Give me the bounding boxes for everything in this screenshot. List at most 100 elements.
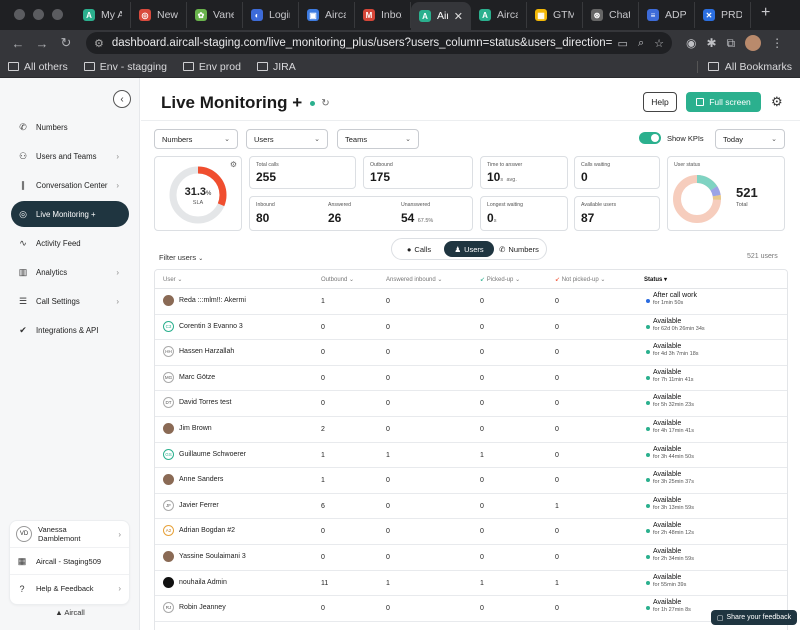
user-cell[interactable]: A2 Adrian Bogdan #2 [163,525,235,537]
bookmark-folder[interactable]: Env prod [182,61,241,73]
browser-tab[interactable]: ▣ Aircall [299,2,355,28]
col-not-picked-up[interactable]: ↙ Not picked-up ⌄ [555,276,605,283]
time-to-answer-label: Time to answer [487,162,523,168]
sidebar-item-conversation-center[interactable]: ∥ Conversation Center › [11,172,129,198]
table-row[interactable]: Reda :::mlm!!: Akermi 1 0 0 0 After call… [155,289,787,315]
table-row[interactable]: GS Guillaume Schwoerer 1 1 1 0 Available… [155,443,787,469]
user-cell[interactable]: nouhaila Admin [163,576,227,588]
password-manager-icon[interactable]: ◉ [686,36,696,50]
user-cell[interactable]: JF Javier Ferrer [163,499,219,511]
browser-tab[interactable]: A Aircall [471,2,527,28]
browser-tab[interactable]: A My Ap [75,2,131,28]
user-cell[interactable]: HH Hassen Harzallah [163,346,235,358]
sla-settings-gear-icon[interactable]: ⚙ [230,160,237,169]
cast-icon[interactable]: ▭ [618,37,628,50]
filter-users-dropdown[interactable]: Filter users ⌄ [159,253,203,262]
calls-waiting-value: 0 [581,170,588,184]
help-feedback-menu[interactable]: ? Help & Feedback › [10,575,129,602]
collapse-sidebar-button[interactable]: ‹ [113,90,131,108]
table-row[interactable]: A2 Adrian Bogdan #2 0 0 0 0 Available fo… [155,519,787,545]
tab-users[interactable]: ♟ Users [444,241,494,257]
calls-waiting-label: Calls waiting [581,162,611,168]
account-menu[interactable]: VD Vanessa Damblemont › [10,521,129,548]
browser-tab[interactable]: ✕ PRD - [695,2,751,28]
table-row[interactable]: nouhaila Admin 11 1 1 1 Available for 55… [155,571,787,597]
show-kpis-toggle[interactable]: Show KPIs [639,132,704,144]
numbers-filter[interactable]: Numbers ⌄ [154,129,238,149]
table-row[interactable]: Yassine Soulaimani 3 0 0 0 0 Available f… [155,545,787,571]
all-bookmarks[interactable]: All Bookmarks [696,60,792,73]
forward-icon[interactable]: → [30,36,54,51]
full-screen-button[interactable]: Full screen [686,92,761,112]
zoom-icon[interactable]: ⌕ [638,37,644,50]
sidebar-item-analytics[interactable]: ▥ Analytics › [11,259,129,285]
bookmark-folder[interactable]: JIRA [256,61,296,73]
user-cell[interactable]: GS Guillaume Schwoerer [163,448,246,460]
bookmark-folder[interactable]: Env - stagging [83,61,167,73]
sidebar-item-live-monitoring[interactable]: ◎ Live Monitoring + [11,201,129,227]
bookmark-folder[interactable]: All others [8,61,68,73]
col-outbound[interactable]: Outbound ⌄ [321,276,354,283]
col-user[interactable]: User ⌄ [163,276,182,283]
extensions-puzzle-icon[interactable]: ⧉ [727,36,736,51]
user-cell[interactable]: C3 Corentin 3 Evanno 3 [163,320,243,332]
site-info-icon[interactable]: ⚙ [94,37,104,50]
browser-tab[interactable]: ✿ Vanes [187,2,243,28]
table-row[interactable]: Jim Brown 2 0 0 0 Available for 4h 17min… [155,417,787,443]
new-tab-button[interactable]: + [751,4,778,30]
sidebar-item-numbers[interactable]: ✆ Numbers [11,114,129,140]
browser-tab[interactable]: A Air ✕ [411,2,471,30]
user-name: Hassen Harzallah [179,348,235,356]
company-switcher[interactable]: ▦ Aircall - Staging509 [10,548,129,575]
table-row[interactable]: HH Hassen Harzallah 0 0 0 0 Available fo… [155,340,787,366]
user-cell[interactable]: Jim Brown [163,422,212,434]
user-cell[interactable]: DT David Torres test [163,397,231,409]
bookmark-star-icon[interactable]: ☆ [654,37,664,50]
table-row[interactable]: RJ Robin Jeanney 0 0 0 0 Available for 1… [155,596,787,622]
browser-tab[interactable]: ▦ GTM R [527,2,583,28]
tab-calls[interactable]: ● Calls [394,241,444,257]
browser-tab[interactable]: ◎ New Li [131,2,187,28]
close-tab-icon[interactable]: ✕ [454,10,463,23]
user-cell[interactable]: RJ Robin Jeanney [163,602,226,614]
window-controls[interactable] [0,9,75,30]
browser-tab[interactable]: M Inbox [355,2,411,28]
status-dot [646,324,650,329]
col-status[interactable]: Status ▾ [644,276,667,283]
col-answered-inbound[interactable]: Answered inbound ⌄ [386,276,442,283]
reload-icon[interactable]: ↻ [54,35,78,51]
gear-icon[interactable]: ⚙ [771,94,783,110]
toggle-switch[interactable] [639,132,661,144]
help-button[interactable]: Help [643,92,677,112]
sidebar-item-activity-feed[interactable]: ∿ Activity Feed [11,230,129,256]
user-cell[interactable]: Anne Sanders [163,474,223,486]
teams-filter[interactable]: Teams ⌄ [337,129,419,149]
table-row[interactable]: JF Javier Ferrer 6 0 0 1 Available for 3… [155,494,787,520]
tab-numbers[interactable]: ✆ Numbers [494,241,544,257]
address-bar[interactable]: ⚙ dashboard.aircall-staging.com/live_mon… [86,32,672,54]
user-cell[interactable]: Reda :::mlm!!: Akermi [163,295,246,306]
col-picked-up[interactable]: ↙ Picked-up ⌄ [480,276,520,283]
profile-avatar[interactable] [745,35,762,51]
browser-menu-icon[interactable]: ⋮ [771,36,783,50]
back-icon[interactable]: ← [6,36,30,51]
refresh-icon[interactable]: ↻ [321,98,329,109]
browser-tab[interactable]: ≡ ADP R [639,2,695,28]
table-row[interactable]: MG Marc Götze 0 0 0 0 Available for 7h 1… [155,366,787,392]
browser-tab[interactable]: ⊛ ChatG [583,2,639,28]
user-cell[interactable]: MG Marc Götze [163,371,215,383]
user-cell[interactable]: Yassine Soulaimani 3 [163,550,246,562]
sidebar-item-integrations-api[interactable]: ✔ Integrations & API [11,317,129,343]
table-row[interactable]: Anne Sanders 1 0 0 0 Available for 3h 25… [155,468,787,494]
sidebar-item-call-settings[interactable]: ☰ Call Settings › [11,288,129,314]
share-feedback-button[interactable]: ▢ Share your feedback [711,610,797,625]
browser-tab[interactable]: ◐ Login | [243,2,299,28]
sidebar-item-users-and-teams[interactable]: ⚇ Users and Teams › [11,143,129,169]
table-row[interactable]: C3 Corentin 3 Evanno 3 0 0 0 0 Available… [155,315,787,341]
period-select[interactable]: Today ⌄ [715,129,785,149]
extension-icon[interactable]: ✱ [706,36,716,50]
header-divider [141,120,800,121]
table-row[interactable]: DT David Torres test 0 0 0 0 Available f… [155,391,787,417]
users-filter[interactable]: Users ⌄ [246,129,328,149]
sidebar-item-label: Activity Feed [36,238,81,248]
